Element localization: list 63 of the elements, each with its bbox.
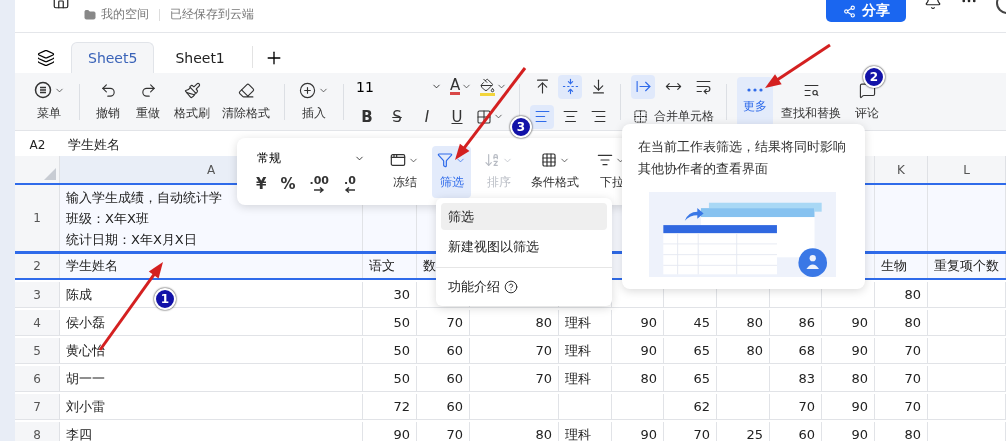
table-cell: 72 [363,394,417,419]
table-cell: 80 [612,366,664,391]
table-cell: 70 [470,338,559,363]
table-cell: 理科 [559,422,612,441]
table-cell: 80 [875,282,928,307]
table-cell: 黄心怡 [60,338,363,363]
table-cell: 80 [875,422,928,441]
table-cell: 60 [417,394,470,419]
table-cell: 理科 [559,310,612,335]
table-cell: 62 [664,394,717,419]
table-cell: 90 [612,422,664,441]
table-cell: 65 [664,366,717,391]
note-line: 班级：X年X班 [66,210,149,228]
table-cell: 80 [875,310,928,335]
table-cell: 50 [363,310,417,335]
table-cell: 86 [770,310,822,335]
table-cell: 理科 [559,338,612,363]
tooltip-text: 在当前工作表筛选，结果将同时影响其他协作者的查看界面 [638,138,847,178]
table-cell: 70 [875,394,928,419]
save-status: 已经保存到云端 [170,6,254,23]
table-cell: 90 [363,422,417,441]
table-cell: 70 [417,422,470,441]
table-cell: 80 [470,310,559,335]
table-cell: 胡一一 [60,366,363,391]
table-cell: 刘小雷 [60,394,363,419]
table-cell: 90 [612,310,664,335]
table-cell: 60 [770,422,822,441]
note-line: 统计日期：X年X月X日 [66,231,197,249]
table-cell: 30 [363,282,417,307]
table-cell: 60 [417,338,470,363]
table-cell: 70 [664,422,717,441]
note-line: 输入学生成绩，自动统计学 [66,189,222,207]
table-cell: 80 [717,338,770,363]
table-cell: 80 [717,310,770,335]
table-cell: 李四 [60,422,363,441]
table-cell: 50 [363,366,417,391]
table-cell: 50 [363,338,417,363]
table-cell: 70 [417,310,470,335]
table-cell: 70 [875,338,928,363]
header-cell: 重复项个数 [928,254,1006,278]
table-cell: 25 [717,422,770,441]
table-cell: 45 [664,310,717,335]
cell-reference: A2 [28,138,47,152]
table-cell: 68 [770,338,822,363]
header-cell: 生物 [875,254,928,278]
header-cell: 语文 [363,254,417,278]
table-cell: 70 [875,366,928,391]
table-cell: 80 [470,422,559,441]
table-cell: 理科 [559,366,612,391]
table-cell: 90 [822,310,875,335]
table-cell: 80 [822,366,875,391]
step-marker: 2 [863,66,885,88]
table-cell: 65 [664,338,717,363]
table-cell: 70 [470,366,559,391]
table-cell: 90 [612,338,664,363]
table-cell: 90 [822,422,875,441]
table-cell: 60 [417,366,470,391]
table-cell: 70 [770,394,822,419]
table-cell: 侯小磊 [60,310,363,335]
table-cell: 83 [770,366,822,391]
table-cell: 90 [822,338,875,363]
step-marker: 3 [510,116,532,138]
table-cell: 90 [822,394,875,419]
